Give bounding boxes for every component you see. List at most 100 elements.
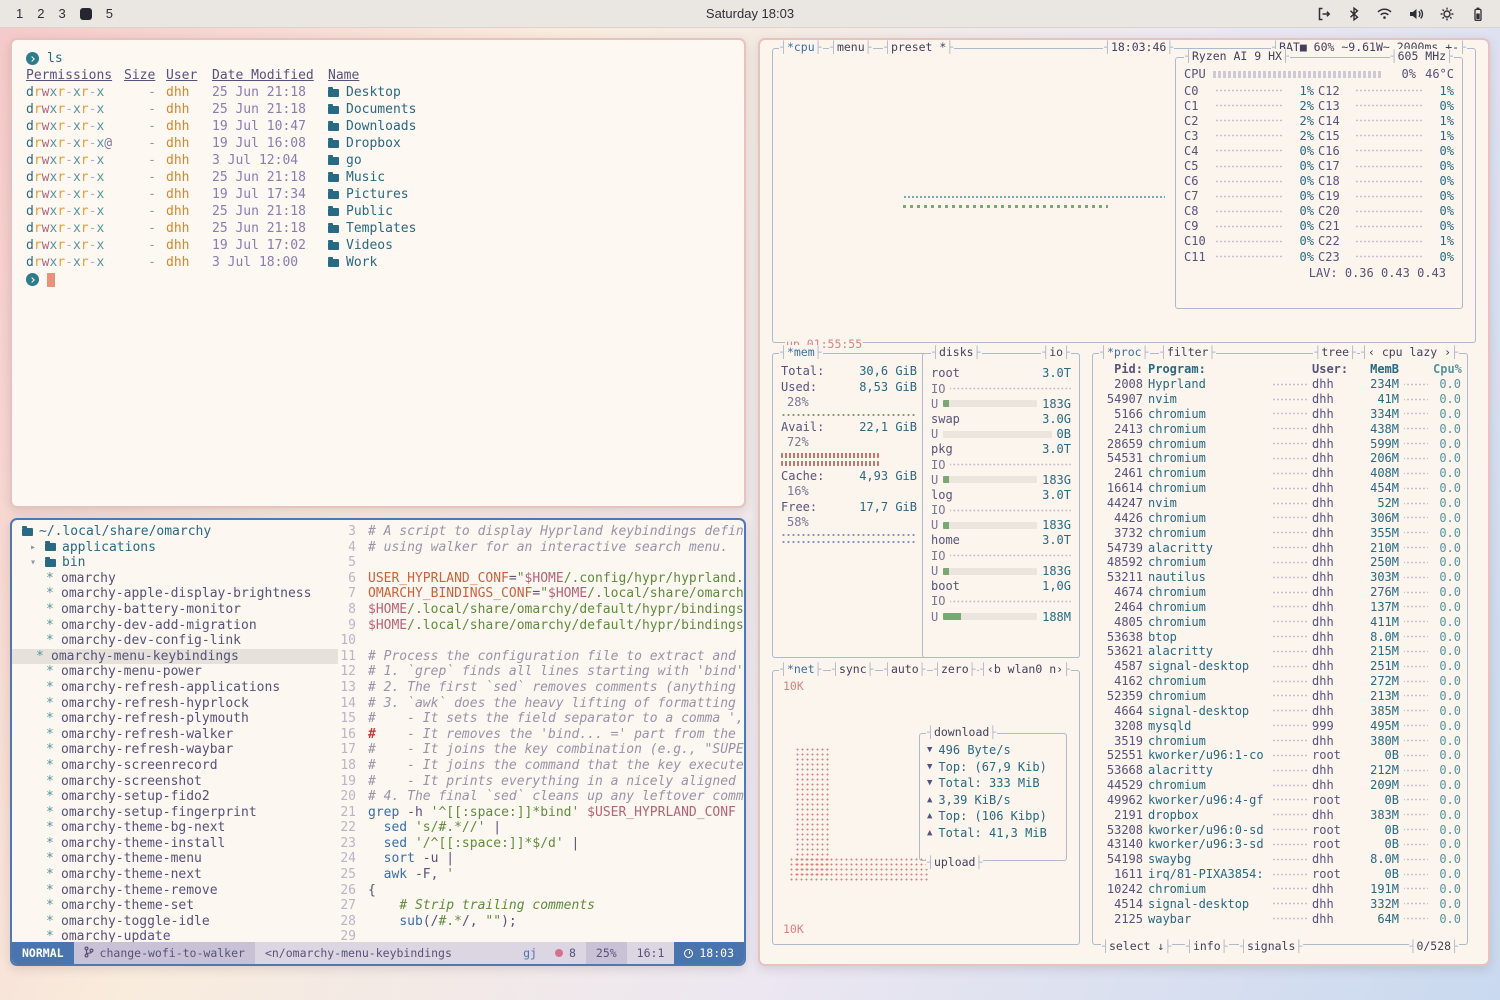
tree-item[interactable]: *omarchy-dev-config-link [22, 633, 338, 649]
tree-item[interactable]: *omarchy-theme-bg-next [22, 820, 338, 836]
clock[interactable]: Saturday 18:03 [220, 6, 1280, 21]
process-row[interactable]: 16614chromiumdhh454M0.0 [1101, 481, 1461, 496]
process-row[interactable]: 54531chromiumdhh206M0.0 [1101, 451, 1461, 466]
process-row[interactable]: 1611irq/81-PIXA3854:root0B0.0 [1101, 867, 1461, 882]
process-row[interactable]: 2191dropboxdhh383M0.0 [1101, 807, 1461, 822]
tree-item[interactable]: *omarchy-theme-next [22, 867, 338, 883]
folder-name[interactable]: Pictures [328, 186, 730, 203]
code-line[interactable]: 12# 1. `grep` finds all lines starting w… [338, 664, 744, 680]
tree-item[interactable]: *omarchy-theme-remove [22, 883, 338, 899]
process-row[interactable]: 53621alacrittydhh215M0.0 [1101, 644, 1461, 659]
process-row[interactable]: 49962kworker/u96:4-gfroot0B0.0 [1101, 792, 1461, 807]
tree-item[interactable]: *omarchy-toggle-idle [22, 914, 338, 930]
tree-item[interactable]: *omarchy-update [22, 929, 338, 942]
code-line[interactable]: 13# 2. The first `sed` removes comments … [338, 680, 744, 696]
code-line[interactable]: 21grep -h '^[[:space:]]*bind' $USER_HYPR… [338, 805, 744, 821]
process-row[interactable]: 4162chromiumdhh272M0.0 [1101, 674, 1461, 689]
process-row[interactable]: 4426chromiumdhh306M0.0 [1101, 510, 1461, 525]
proc-signals[interactable]: signals [1239, 939, 1303, 953]
system-monitor-window[interactable]: *cpu menu preset * 18:03:46 BAT■ 60% ~9.… [758, 38, 1490, 966]
tree-item[interactable]: *omarchy-screenrecord [22, 758, 338, 774]
process-row[interactable]: 54198swaybgdhh8.0M0.0 [1101, 852, 1461, 867]
folder-name[interactable]: Videos [328, 237, 730, 254]
folder-name[interactable]: Work [328, 254, 730, 271]
tab-net[interactable]: *net [779, 662, 823, 676]
tree-item[interactable]: *omarchy-menu-power [22, 664, 338, 680]
editor-window[interactable]: ~/.local/share/omarchy▸applications▾bin*… [10, 518, 746, 966]
tree-item[interactable]: *omarchy-theme-set [22, 898, 338, 914]
process-row[interactable]: 43140kworker/u96:3-sdroot0B0.0 [1101, 837, 1461, 852]
process-row[interactable]: 54907nvimdhh41M0.0 [1101, 392, 1461, 407]
code-line[interactable]: 27 # Strip trailing comments [338, 898, 744, 914]
tree-item[interactable]: *omarchy [22, 571, 338, 587]
code-line[interactable]: 9$HOME/.local/share/omarchy/default/hypr… [338, 618, 744, 634]
tree-item[interactable]: *omarchy-refresh-hyprlock [22, 696, 338, 712]
bluetooth-icon[interactable] [1347, 6, 1361, 22]
code-line[interactable]: 18# - It joins the command that the key … [338, 758, 744, 774]
process-row[interactable]: 3732chromiumdhh355M0.0 [1101, 525, 1461, 540]
tree-item[interactable]: *omarchy-menu-keybindings [12, 649, 338, 665]
code-line[interactable]: 5 [338, 555, 744, 571]
net-zero-toggle[interactable]: zero [933, 662, 977, 676]
code-line[interactable]: 19# - It prints everything in a nicely a… [338, 774, 744, 790]
process-row[interactable]: 54739alacrittydhh210M0.0 [1101, 540, 1461, 555]
code-line[interactable]: 26{ [338, 883, 744, 899]
process-row[interactable]: 53208kworker/u96:0-sdroot0B0.0 [1101, 822, 1461, 837]
settings-gear-icon[interactable] [1439, 6, 1455, 22]
code-line[interactable]: 24 sort -u | [338, 851, 744, 867]
workspace-indicator[interactable]: 1 [16, 6, 23, 21]
code-line[interactable]: 15# - It sets the field separator to a c… [338, 711, 744, 727]
workspace-indicator[interactable]: 2 [37, 6, 44, 21]
process-row[interactable]: 44247nvimdhh52M0.0 [1101, 496, 1461, 511]
code-line[interactable]: 29 [338, 929, 744, 942]
terminal-window[interactable]: ls PermissionsSizeUserDate ModifiedName … [10, 38, 746, 508]
tree-item[interactable]: *omarchy-refresh-walker [22, 727, 338, 743]
process-row[interactable]: 53668alacrittydhh212M0.0 [1101, 763, 1461, 778]
code-line[interactable]: 17# - It joins the key combination (e.g.… [338, 742, 744, 758]
code-line[interactable]: 14# 3. `awk` does the heavy lifting of f… [338, 696, 744, 712]
tree-item[interactable]: *omarchy-dev-add-migration [22, 618, 338, 634]
proc-filter[interactable]: filter [1159, 345, 1216, 359]
code-line[interactable]: 10 [338, 633, 744, 649]
tree-item[interactable]: ▾bin [22, 555, 338, 571]
process-row[interactable]: 2464chromiumdhh137M0.0 [1101, 600, 1461, 615]
workspace-indicator[interactable]: 3 [58, 6, 65, 21]
code-line[interactable]: 6USER_HYPRLAND_CONF="$HOME/.config/hypr/… [338, 571, 744, 587]
volume-icon[interactable] [1408, 6, 1424, 22]
process-row[interactable]: 2413chromiumdhh438M0.0 [1101, 421, 1461, 436]
tree-item[interactable]: *omarchy-screenshot [22, 774, 338, 790]
process-row[interactable]: 44529chromiumdhh209M0.0 [1101, 778, 1461, 793]
code-line[interactable]: 11# Process the configuration file to ex… [338, 649, 744, 665]
net-interface[interactable]: ‹b wlan0 n› [979, 662, 1071, 676]
process-row[interactable]: 52551kworker/u96:1-coroot0B0.0 [1101, 748, 1461, 763]
workspace-indicator[interactable]: 5 [106, 6, 113, 21]
code-line[interactable]: 7OMARCHY_BINDINGS_CONF="$HOME/.local/sha… [338, 586, 744, 602]
logout-icon[interactable] [1316, 6, 1332, 22]
folder-name[interactable]: Downloads [328, 118, 730, 135]
proc-info[interactable]: info [1185, 939, 1229, 953]
tab-proc[interactable]: *proc [1099, 345, 1150, 359]
tab-io[interactable]: io [1041, 345, 1071, 359]
folder-name[interactable]: Public [328, 203, 730, 220]
tab-mem[interactable]: *mem [779, 345, 823, 359]
tree-item[interactable]: *omarchy-theme-install [22, 836, 338, 852]
process-row[interactable]: 3519chromiumdhh380M0.0 [1101, 733, 1461, 748]
tree-item-root[interactable]: ~/.local/share/omarchy [22, 524, 338, 540]
folder-name[interactable]: Templates [328, 220, 730, 237]
process-row[interactable]: 3208mysqld999495M0.0 [1101, 718, 1461, 733]
git-branch[interactable]: change-wofi-to-walker [74, 942, 255, 964]
process-row[interactable]: 4674chromiumdhh276M0.0 [1101, 585, 1461, 600]
wifi-icon[interactable] [1376, 6, 1393, 21]
tree-item[interactable]: *omarchy-setup-fido2 [22, 789, 338, 805]
menu-button[interactable]: menu [829, 40, 873, 54]
process-row[interactable]: 5166chromiumdhh334M0.0 [1101, 407, 1461, 422]
code-line[interactable]: 3# A script to display Hyprland keybindi… [338, 524, 744, 540]
tree-item[interactable]: *omarchy-setup-fingerprint [22, 805, 338, 821]
code-line[interactable]: 16# - It removes the 'bind... =' part fr… [338, 727, 744, 743]
process-row[interactable]: 4514signal-desktopdhh332M0.0 [1101, 896, 1461, 911]
folder-name[interactable]: Music [328, 169, 730, 186]
code-line[interactable]: 28 sub(/#.*/, ""); [338, 914, 744, 930]
process-row[interactable]: 4587signal-desktopdhh251M0.0 [1101, 659, 1461, 674]
folder-name[interactable]: go [328, 152, 730, 169]
code-line[interactable]: 22 sed 's/#.*//' | [338, 820, 744, 836]
